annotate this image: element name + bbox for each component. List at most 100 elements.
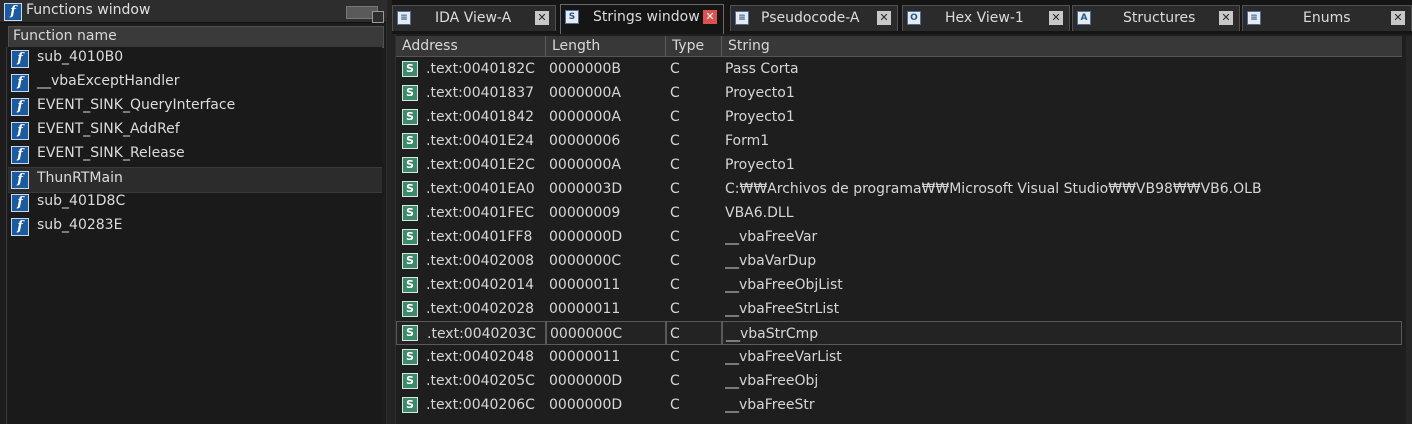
tab-hex-view-1[interactable]: O Hex View-1 ✕ bbox=[902, 5, 1070, 31]
function-list-item[interactable]: f sub_401D8C bbox=[8, 191, 382, 215]
function-name: __vbaExceptHandler bbox=[37, 73, 180, 89]
function-list-item[interactable]: f EVENT_SINK_AddRef bbox=[8, 119, 382, 143]
function-name: EVENT_SINK_QueryInterface bbox=[37, 97, 236, 113]
column-header-string[interactable]: String bbox=[722, 36, 1402, 56]
cell-string: Proyecto1 bbox=[725, 109, 795, 125]
close-icon[interactable]: ✕ bbox=[1049, 11, 1063, 25]
tab-pseudocode-a[interactable]: ≡ Pseudocode-A ✕ bbox=[730, 5, 898, 31]
table-body[interactable]: S .text:0040182C 0000000B C Pass Corta S .text… bbox=[396, 57, 1402, 424]
function-icon: f bbox=[11, 122, 29, 140]
function-list-item[interactable]: f ThunRTMain bbox=[8, 167, 382, 193]
string-icon: S bbox=[402, 181, 418, 197]
cell-type: C bbox=[670, 157, 680, 173]
table-row[interactable]: S .text:00402008 0000000C C __vbaVarDup bbox=[396, 249, 1402, 273]
cell-string: Proyecto1 bbox=[725, 85, 795, 101]
cell-length: 0000000A bbox=[549, 85, 621, 101]
table-row[interactable]: S .text:0040205C 0000000D C __vbaFreeObj bbox=[396, 369, 1402, 393]
pane-splitter[interactable] bbox=[386, 0, 396, 424]
table-row[interactable]: S .text:00402048 00000011 C __vbaFreeVarList bbox=[396, 345, 1402, 369]
cell-string: Pass Corta bbox=[725, 61, 799, 77]
table-row[interactable]: S .text:00401842 0000000A C Proyecto1 bbox=[396, 105, 1402, 129]
table-row[interactable]: S .text:00402028 00000011 C __vbaFreeStrList bbox=[396, 297, 1402, 321]
cell-type: C bbox=[670, 133, 680, 149]
cell-address: .text:00401E2C bbox=[426, 157, 535, 173]
cell-address: .text:00402028 bbox=[426, 301, 535, 317]
cell-type: C bbox=[670, 229, 680, 245]
function-name: ThunRTMain bbox=[37, 170, 123, 186]
cell-length: 0000000A bbox=[549, 109, 621, 125]
tab-ida-view-a[interactable]: ≡ IDA View-A ✕ bbox=[392, 5, 556, 31]
cell-length: 0000003D bbox=[549, 181, 623, 197]
cell-type: C bbox=[670, 277, 680, 293]
cell-string: Form1 bbox=[725, 133, 770, 149]
table-row[interactable]: S .text:0040206C 0000000D C __vbaFreeStr bbox=[396, 393, 1402, 417]
string-icon: S bbox=[402, 109, 418, 125]
restore-button[interactable] bbox=[372, 11, 384, 23]
cell-string: __vbaStrCmp bbox=[722, 321, 1402, 345]
close-icon[interactable]: ✕ bbox=[535, 11, 549, 25]
cell-string: C:₩₩Archivos de programa₩₩Microsoft Visu… bbox=[725, 181, 1262, 197]
cell-length: 0000000C bbox=[546, 321, 666, 345]
function-list-item[interactable]: f sub_40283E bbox=[8, 215, 382, 239]
function-name-column-header[interactable]: Function name bbox=[8, 26, 384, 48]
close-icon[interactable]: ✕ bbox=[1219, 11, 1233, 25]
string-icon: S bbox=[402, 61, 418, 77]
table-row[interactable]: S .text:00401837 0000000A C Proyecto1 bbox=[396, 81, 1402, 105]
table-row[interactable]: S .text:00401FEC 00000009 C VBA6.DLL bbox=[396, 201, 1402, 225]
cell-string: __vbaVarDup bbox=[725, 253, 817, 269]
cell-length: 00000006 bbox=[549, 133, 621, 149]
table-row[interactable]: S .text:00401EA0 0000003D C C:₩₩Archivos de … bbox=[396, 177, 1402, 201]
close-icon[interactable]: ✕ bbox=[877, 11, 891, 25]
column-header-address[interactable]: Address bbox=[396, 36, 546, 56]
table-row[interactable]: S .text:0040203C 0000000C C __vbaStrCmp bbox=[396, 321, 1402, 345]
cell-type: C bbox=[670, 61, 680, 77]
tab-label: Enums bbox=[1303, 10, 1351, 26]
close-icon[interactable]: ✕ bbox=[703, 10, 717, 24]
cell-type: C bbox=[670, 85, 680, 101]
cell-address: .text:0040206C bbox=[426, 397, 535, 413]
function-list-item[interactable]: f EVENT_SINK_QueryInterface bbox=[8, 95, 382, 119]
divider bbox=[6, 47, 7, 424]
function-icon: f bbox=[11, 74, 29, 92]
tab-strings-window[interactable]: S Strings window ✕ bbox=[560, 4, 724, 34]
cell-string: __vbaFreeStrList bbox=[725, 301, 840, 317]
function-icon: f bbox=[4, 3, 22, 21]
strings-icon: S bbox=[565, 10, 579, 24]
cell-address: .text:00402008 bbox=[426, 253, 535, 269]
cell-address: .text:00402014 bbox=[426, 277, 535, 293]
function-icon: f bbox=[11, 50, 29, 68]
function-name: sub_401D8C bbox=[37, 193, 126, 209]
table-row[interactable]: S .text:00401E24 00000006 C Form1 bbox=[396, 129, 1402, 153]
function-icon: f bbox=[11, 171, 29, 189]
function-list-item[interactable]: f __vbaExceptHandler bbox=[8, 71, 382, 95]
close-icon[interactable]: ✕ bbox=[1391, 11, 1405, 25]
string-icon: S bbox=[402, 157, 418, 173]
table-row[interactable]: S .text:00402014 00000011 C __vbaFreeObjList bbox=[396, 273, 1402, 297]
cell-string: __vbaFreeObj bbox=[725, 373, 819, 389]
cell-length: 0000000D bbox=[549, 373, 623, 389]
column-header-type[interactable]: Type bbox=[666, 36, 722, 56]
cell-address: .text:00401FF8 bbox=[426, 229, 533, 245]
table-row[interactable]: S .text:00401FF8 0000000D C __vbaFreeVar bbox=[396, 225, 1402, 249]
table-row[interactable]: S .text:0040182C 0000000B C Pass Corta bbox=[396, 57, 1402, 81]
cell-type: C bbox=[670, 349, 680, 365]
function-list-item[interactable]: f EVENT_SINK_Release bbox=[8, 143, 382, 167]
functions-window: f Functions window Function name f sub_40… bbox=[0, 0, 386, 424]
cell-address: .text:00401842 bbox=[426, 109, 535, 125]
string-icon: S bbox=[402, 85, 418, 101]
vertical-scrollbar[interactable] bbox=[1406, 36, 1412, 424]
column-header-length[interactable]: Length bbox=[546, 36, 666, 56]
structures-icon: A bbox=[1077, 11, 1091, 25]
table-row[interactable]: S .text:00401E2C 0000000A C Proyecto1 bbox=[396, 153, 1402, 177]
column-header-label: Function name bbox=[13, 28, 117, 44]
tab-label: Structures bbox=[1123, 10, 1196, 26]
enums-icon: ≡ bbox=[1247, 11, 1261, 25]
function-list[interactable]: f sub_4010B0 f __vbaExceptHandler f EVENT_SIN… bbox=[8, 47, 382, 424]
tab-enums[interactable]: ≡ Enums ✕ bbox=[1242, 5, 1412, 31]
cell-length: 0000000C bbox=[549, 253, 622, 269]
function-list-item[interactable]: f sub_4010B0 bbox=[8, 47, 382, 71]
tab-structures[interactable]: A Structures ✕ bbox=[1072, 5, 1240, 31]
functions-window-titlebar[interactable]: f Functions window bbox=[0, 0, 386, 23]
cell-string: __vbaFreeVar bbox=[725, 229, 818, 245]
string-icon: S bbox=[402, 373, 418, 389]
